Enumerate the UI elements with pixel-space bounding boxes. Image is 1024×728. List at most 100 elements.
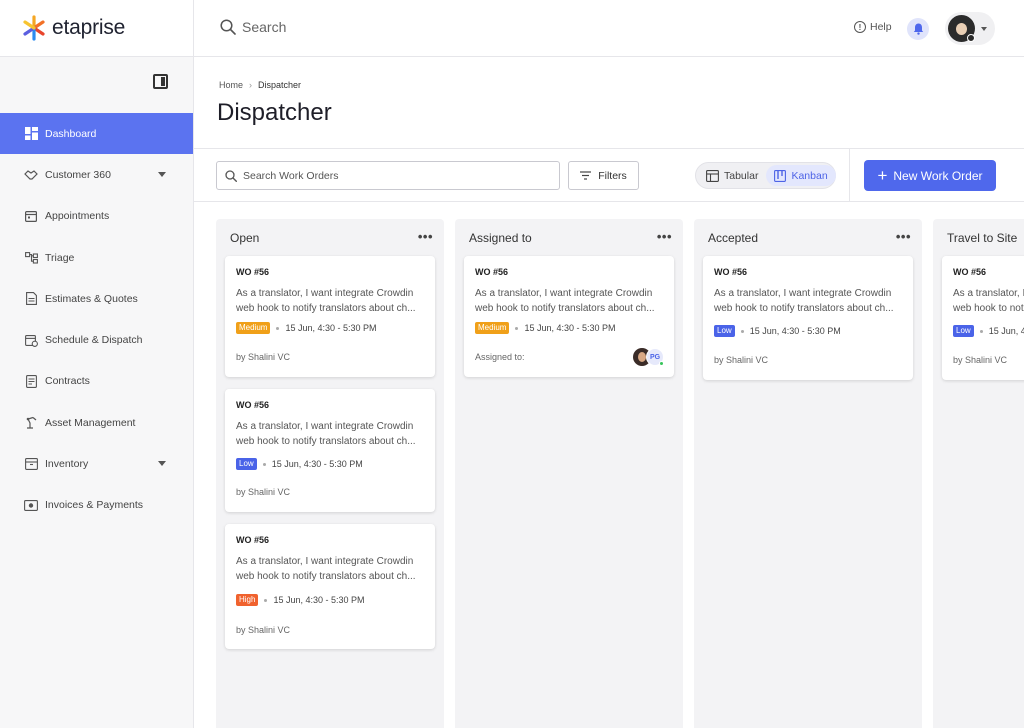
profile-menu[interactable] — [945, 12, 995, 45]
tab-kanban-label: Kanban — [791, 169, 828, 182]
work-order-card[interactable]: WO #56 As a translator, I want integrate… — [464, 256, 674, 377]
chevron-down-icon[interactable] — [158, 172, 166, 178]
table-icon — [706, 169, 719, 182]
sidebar-item-dashboard[interactable]: Dashboard — [0, 113, 193, 155]
work-order-card[interactable]: WO #56 As a translator, I want integrate… — [942, 256, 1024, 380]
help-icon: ! — [854, 21, 866, 33]
sidebar-item-label: Asset Management — [45, 416, 136, 429]
column-title: Accepted — [708, 231, 759, 245]
more-icon[interactable]: ••• — [896, 229, 911, 244]
work-order-author: by Shalini VC — [953, 355, 1008, 365]
work-order-id: WO #56 — [236, 267, 270, 277]
online-status-dot — [659, 361, 664, 366]
sidebar-item-schedule-dispatch[interactable]: Schedule & Dispatch — [0, 319, 193, 360]
notifications-button[interactable] — [907, 18, 929, 40]
plus-icon: + — [877, 166, 888, 185]
chevron-right-icon: › — [249, 80, 253, 90]
work-order-author: by Shalini VC — [236, 625, 291, 635]
priority-badge: Medium — [475, 322, 510, 334]
more-icon[interactable]: ••• — [657, 229, 672, 244]
kanban-column-accepted: Accepted ••• WO #56 As a translator, I w… — [694, 219, 922, 728]
column-title: Travel to Site — [947, 231, 1018, 245]
new-work-order-label: New Work Order — [893, 168, 983, 183]
work-order-author: by Shalini VC — [236, 487, 291, 497]
filters-button[interactable]: Filters — [568, 161, 639, 190]
kanban-column-travel-to-site: Travel to Site ••• WO #56 As a translato… — [933, 219, 1024, 728]
priority-badge: Low — [953, 325, 974, 337]
sidebar-item-label: Triage — [45, 251, 75, 264]
kanban-column-assigned-to: Assigned to ••• WO #56 As a translator, … — [455, 219, 683, 728]
sidebar-item-customer-360[interactable]: Customer 360 — [0, 154, 193, 195]
work-order-date: 15 Jun, 4:30 - 5:30 PM — [271, 459, 363, 469]
work-order-description: As a translator, I want integrate Crowdi… — [475, 288, 655, 314]
sidebar-item-contracts[interactable]: Contracts — [0, 361, 193, 402]
work-order-card[interactable]: WO #56 As a translator, I want integrate… — [703, 256, 913, 380]
kanban-icon — [774, 169, 787, 182]
work-order-author: by Shalini VC — [714, 355, 769, 365]
search-icon — [220, 19, 236, 35]
filters-label: Filters — [598, 169, 627, 182]
more-icon[interactable]: ••• — [418, 229, 433, 244]
help-link[interactable]: ! Help — [854, 21, 892, 33]
status-dot — [967, 34, 975, 42]
work-order-card[interactable]: WO #56 As a translator, I want integrate… — [225, 256, 435, 377]
priority-badge: High — [236, 594, 259, 606]
sidebar-item-label: Customer 360 — [45, 168, 111, 181]
priority-badge: Low — [236, 458, 257, 470]
sidebar-item-label: Contracts — [45, 375, 90, 388]
calendar-clock-icon — [24, 333, 38, 347]
topbar: Search ! Help — [194, 0, 1024, 57]
priority-badge: Low — [714, 325, 735, 337]
work-order-description: As a translator, I want integrate Crowdi… — [236, 288, 416, 314]
grid-icon — [24, 127, 38, 141]
work-order-card[interactable]: WO #56 As a translator, I want integrate… — [225, 389, 435, 512]
sidebar-item-asset-management[interactable]: Asset Management — [0, 402, 193, 443]
view-toggle: Tabular Kanban — [695, 162, 836, 189]
logo-text: etaprise — [52, 16, 126, 39]
column-title: Assigned to — [469, 231, 532, 245]
toolbar: Search Work Orders Filters Tabular Kanba… — [194, 148, 1024, 202]
money-icon — [24, 498, 38, 512]
handshake-icon — [24, 168, 38, 182]
work-order-description: As a translator, I want integrate Crowdi… — [236, 556, 416, 582]
sidebar-item-triage[interactable]: Triage — [0, 237, 193, 278]
separator-dot — [264, 598, 268, 602]
work-order-meta: Medium 15 Jun, 4:30 - 5:30 PM — [236, 322, 377, 334]
divider — [849, 149, 850, 202]
sidebar-item-appointments[interactable]: Appointments — [0, 196, 193, 237]
sidebar-collapse-icon[interactable] — [153, 74, 168, 89]
sidebar-item-label: Dashboard — [45, 127, 97, 140]
sidebar-item-invoices-payments[interactable]: Invoices & Payments — [0, 485, 193, 526]
robot-arm-icon — [24, 416, 38, 430]
global-search[interactable]: Search — [220, 19, 286, 35]
page-title: Dispatcher — [217, 99, 332, 126]
work-order-id: WO #56 — [236, 400, 270, 410]
work-order-id: WO #56 — [714, 267, 748, 277]
logo[interactable]: etaprise — [0, 0, 193, 57]
tab-kanban[interactable]: Kanban — [766, 165, 836, 186]
sidebar-item-label: Schedule & Dispatch — [45, 334, 143, 347]
work-order-meta: Low 15 Jun, 4:30 - 5:30 PM — [236, 458, 363, 470]
breadcrumb-home[interactable]: Home — [219, 80, 243, 90]
work-order-author: by Shalini VC — [236, 352, 291, 362]
column-title: Open — [230, 231, 260, 245]
work-order-search-input[interactable]: Search Work Orders — [216, 161, 560, 190]
assignee-avatars[interactable]: PG — [633, 348, 665, 366]
chevron-down-icon[interactable] — [158, 461, 166, 467]
document-icon — [24, 292, 38, 306]
tab-tabular[interactable]: Tabular — [698, 165, 766, 186]
sidebar-item-estimates-quotes[interactable]: Estimates & Quotes — [0, 278, 193, 319]
sidebar-item-inventory[interactable]: Inventory — [0, 443, 193, 484]
box-icon — [24, 457, 38, 471]
work-order-description: As a translator, I want integrate Crowdi… — [236, 421, 416, 447]
separator-dot — [276, 326, 280, 330]
work-order-date: 15 Jun, 4:30 - 5:30 PM — [273, 595, 365, 605]
breadcrumb: Home › Dispatcher — [219, 80, 301, 90]
kanban-board: Open ••• WO #56 As a translator, I want … — [194, 202, 1024, 728]
work-order-card[interactable]: WO #56 As a translator, I want integrate… — [225, 524, 435, 649]
work-order-id: WO #56 — [475, 267, 509, 277]
help-label: Help — [870, 21, 892, 33]
new-work-order-button[interactable]: + New Work Order — [864, 160, 996, 191]
work-order-date: 15 Jun, 4:30 - 5:30 PM — [524, 323, 616, 333]
chevron-down-icon — [981, 27, 987, 31]
